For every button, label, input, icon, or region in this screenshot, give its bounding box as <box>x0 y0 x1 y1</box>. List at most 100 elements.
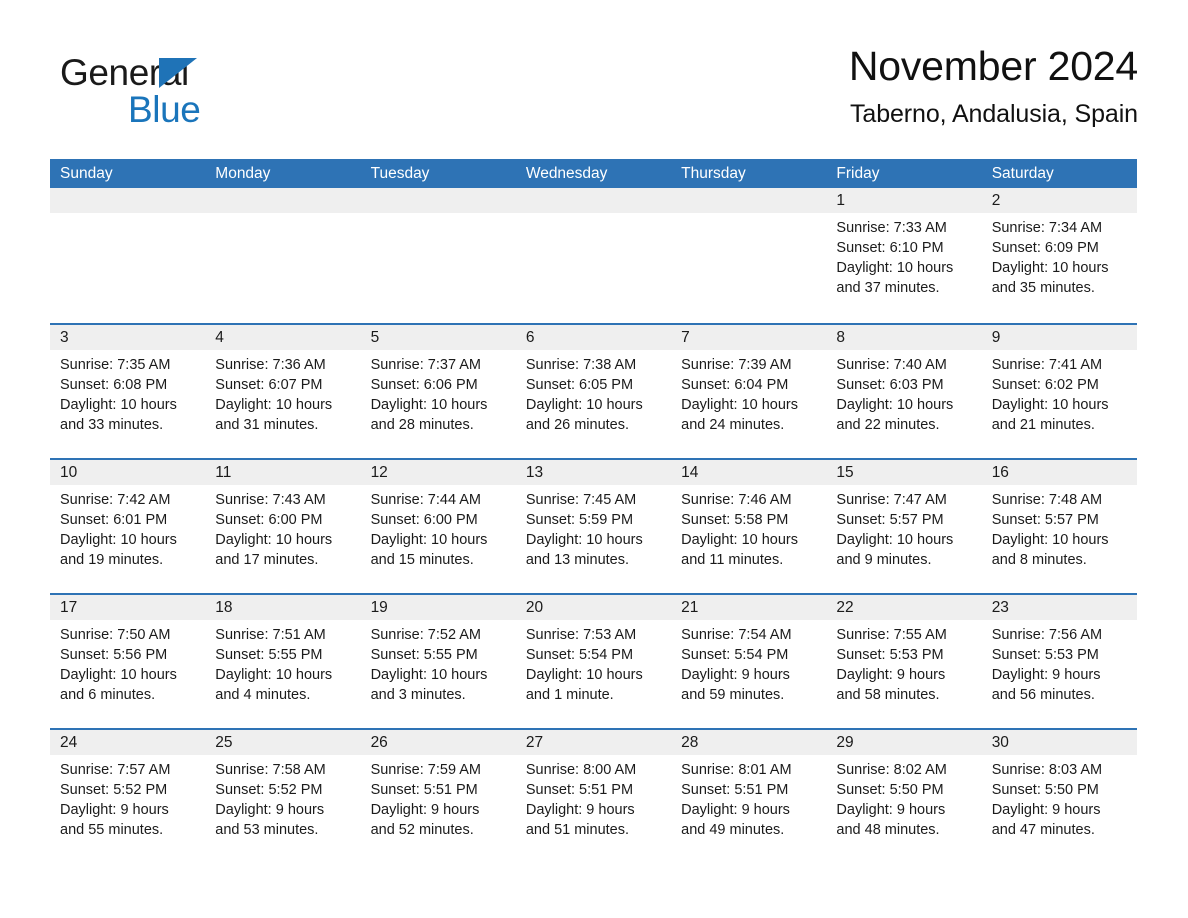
day-number: 22 <box>836 599 854 616</box>
day-number: 17 <box>60 599 78 616</box>
calendar-day-cell[interactable]: 15 Sunrise: 7:47 AM Sunset: 5:57 PM Dayligh… <box>826 460 982 593</box>
calendar-day-cell[interactable]: 24 Sunrise: 7:57 AM Sunset: 5:52 PM Dayligh… <box>50 730 206 863</box>
calendar-day-cell[interactable]: 3 Sunrise: 7:35 AM Sunset: 6:08 PM Daylight… <box>50 325 206 458</box>
sunrise-text: Sunrise: 7:54 AM <box>681 627 792 643</box>
weekday-header-wednesday: Wednesday <box>525 165 608 182</box>
daylight-text-line2: and 28 minutes. <box>370 417 474 433</box>
calendar-day-cell[interactable]: 11 Sunrise: 7:43 AM Sunset: 6:00 PM Dayligh… <box>205 460 361 593</box>
sunrise-text: Sunrise: 7:56 AM <box>991 627 1103 643</box>
day-number-band <box>671 188 827 213</box>
sunset-text: Sunset: 5:51 PM <box>525 782 634 798</box>
sunrise-text: Sunrise: 7:38 AM <box>525 357 637 373</box>
daylight-text-line2: and 48 minutes. <box>836 822 940 838</box>
calendar-day-cell[interactable]: 23 Sunrise: 7:56 AM Sunset: 5:53 PM Dayligh… <box>981 595 1137 728</box>
daylight-text-line2: and 13 minutes. <box>525 552 630 568</box>
day-number: 9 <box>991 329 1001 346</box>
daylight-text-line1: Daylight: 10 hours <box>836 532 954 548</box>
day-number: 1 <box>836 192 846 209</box>
calendar-day-cell[interactable]: 16 Sunrise: 7:48 AM Sunset: 5:57 PM Dayligh… <box>981 460 1137 593</box>
calendar-day-cell[interactable]: 26 Sunrise: 7:59 AM Sunset: 5:51 PM Dayligh… <box>360 730 516 863</box>
calendar-day-cell[interactable]: 6 Sunrise: 7:38 AM Sunset: 6:05 PM Daylight… <box>515 325 672 458</box>
day-info: Sunrise: 7:40 AM Sunset: 6:03 PM Daylight:… <box>826 350 981 435</box>
daylight-text-line1: Daylight: 10 hours <box>60 397 177 413</box>
daylight-text-line2: and 9 minutes. <box>836 552 932 568</box>
day-number-band: 7 <box>671 325 827 350</box>
calendar-day-cell[interactable]: 17 Sunrise: 7:50 AM Sunset: 5:56 PM Dayligh… <box>50 595 206 728</box>
day-info: Sunrise: 7:55 AM Sunset: 5:53 PM Daylight:… <box>826 620 981 705</box>
day-number: 28 <box>681 734 699 751</box>
day-info: Sunrise: 7:46 AM Sunset: 5:58 PM Daylight:… <box>671 485 826 570</box>
day-info: Sunrise: 7:41 AM Sunset: 6:02 PM Daylight:… <box>982 350 1137 435</box>
calendar-day-cell[interactable]: 27 Sunrise: 8:00 AM Sunset: 5:51 PM Dayligh… <box>515 730 672 863</box>
day-number: 14 <box>681 464 699 481</box>
calendar-day-cell[interactable]: 9 Sunrise: 7:41 AM Sunset: 6:02 PM Daylight… <box>981 325 1137 458</box>
day-info: Sunrise: 7:37 AM Sunset: 6:06 PM Daylight:… <box>361 350 516 435</box>
day-number: 3 <box>60 329 69 346</box>
calendar-day-cell[interactable]: 20 Sunrise: 7:53 AM Sunset: 5:54 PM Dayligh… <box>515 595 672 728</box>
sunrise-text: Sunrise: 7:44 AM <box>370 492 481 508</box>
calendar-day-cell[interactable]: 8 Sunrise: 7:40 AM Sunset: 6:03 PM Daylight… <box>826 325 982 458</box>
weekday-header-saturday: Saturday <box>991 165 1054 182</box>
weekday-header-friday: Friday <box>836 165 880 182</box>
calendar-day-cell[interactable]: 2 Sunrise: 7:34 AM Sunset: 6:09 PM Daylight… <box>981 188 1137 323</box>
sunset-text: Sunset: 5:55 PM <box>370 647 478 663</box>
sunset-text: Sunset: 6:07 PM <box>215 377 323 393</box>
daylight-text-line1: Daylight: 10 hours <box>215 532 333 548</box>
daylight-text-line2: and 15 minutes. <box>370 552 474 568</box>
sunset-text: Sunset: 5:53 PM <box>836 647 944 663</box>
calendar-day-cell[interactable]: 5 Sunrise: 7:37 AM Sunset: 6:06 PM Daylight… <box>360 325 516 458</box>
day-number: 5 <box>370 329 380 346</box>
day-info: Sunrise: 7:52 AM Sunset: 5:55 PM Daylight:… <box>361 620 516 705</box>
calendar-day-cell[interactable]: 13 Sunrise: 7:45 AM Sunset: 5:59 PM Dayligh… <box>515 460 672 593</box>
sunset-text: Sunset: 5:50 PM <box>991 782 1099 798</box>
day-number-band: 21 <box>671 595 827 620</box>
calendar-day-cell-empty <box>360 188 516 323</box>
general-blue-logo[interactable]: General Blue <box>60 52 320 142</box>
sunrise-text: Sunrise: 7:53 AM <box>525 627 637 643</box>
daylight-text-line2: and 37 minutes. <box>836 280 940 296</box>
calendar-day-cell[interactable]: 21 Sunrise: 7:54 AM Sunset: 5:54 PM Dayligh… <box>671 595 827 728</box>
daylight-text-line1: Daylight: 9 hours <box>215 802 325 818</box>
calendar-day-cell[interactable]: 22 Sunrise: 7:55 AM Sunset: 5:53 PM Dayligh… <box>826 595 982 728</box>
day-info: Sunrise: 7:50 AM Sunset: 5:56 PM Daylight:… <box>50 620 205 705</box>
daylight-text-line2: and 47 minutes. <box>991 822 1095 838</box>
sunset-text: Sunset: 5:56 PM <box>60 647 168 663</box>
calendar-day-cell[interactable]: 18 Sunrise: 7:51 AM Sunset: 5:55 PM Dayligh… <box>205 595 361 728</box>
daylight-text-line2: and 26 minutes. <box>525 417 630 433</box>
day-number-band: 29 <box>826 730 982 755</box>
calendar-day-cell[interactable]: 7 Sunrise: 7:39 AM Sunset: 6:04 PM Daylight… <box>671 325 827 458</box>
calendar-day-cell[interactable]: 1 Sunrise: 7:33 AM Sunset: 6:10 PM Daylight… <box>826 188 982 323</box>
day-info: Sunrise: 7:58 AM Sunset: 5:52 PM Daylight:… <box>205 755 360 840</box>
sunset-text: Sunset: 6:06 PM <box>370 377 478 393</box>
sunset-text: Sunset: 6:00 PM <box>370 512 478 528</box>
daylight-text-line1: Daylight: 9 hours <box>836 667 946 683</box>
sunrise-text: Sunrise: 8:01 AM <box>681 762 792 778</box>
sunrise-text: Sunrise: 7:57 AM <box>60 762 171 778</box>
daylight-text-line2: and 53 minutes. <box>215 822 319 838</box>
daylight-text-line2: and 1 minute. <box>525 687 614 703</box>
day-number-band: 22 <box>826 595 982 620</box>
calendar-day-cell[interactable]: 28 Sunrise: 8:01 AM Sunset: 5:51 PM Dayligh… <box>671 730 827 863</box>
calendar-day-cell[interactable]: 25 Sunrise: 7:58 AM Sunset: 5:52 PM Dayligh… <box>205 730 361 863</box>
daylight-text-line2: and 11 minutes. <box>681 552 784 568</box>
daylight-text-line1: Daylight: 10 hours <box>525 532 643 548</box>
calendar-day-cell[interactable]: 30 Sunrise: 8:03 AM Sunset: 5:50 PM Dayligh… <box>981 730 1137 863</box>
day-number-band: 2 <box>981 188 1137 213</box>
day-number-band: 6 <box>515 325 672 350</box>
sunset-text: Sunset: 5:52 PM <box>60 782 168 798</box>
sunset-text: Sunset: 5:51 PM <box>370 782 478 798</box>
day-number: 7 <box>681 329 690 346</box>
day-number-band: 20 <box>515 595 672 620</box>
daylight-text-line1: Daylight: 9 hours <box>525 802 635 818</box>
calendar-day-cell[interactable]: 19 Sunrise: 7:52 AM Sunset: 5:55 PM Dayligh… <box>360 595 516 728</box>
calendar-day-cell[interactable]: 12 Sunrise: 7:44 AM Sunset: 6:00 PM Dayligh… <box>360 460 516 593</box>
calendar-day-cell[interactable]: 29 Sunrise: 8:02 AM Sunset: 5:50 PM Dayligh… <box>826 730 982 863</box>
calendar-day-cell[interactable]: 14 Sunrise: 7:46 AM Sunset: 5:58 PM Dayligh… <box>671 460 827 593</box>
daylight-text-line2: and 17 minutes. <box>215 552 319 568</box>
calendar-day-cell-empty <box>205 188 361 323</box>
sunset-text: Sunset: 5:50 PM <box>836 782 944 798</box>
calendar-day-cell[interactable]: 4 Sunrise: 7:36 AM Sunset: 6:07 PM Daylight… <box>205 325 361 458</box>
daylight-text-line1: Daylight: 10 hours <box>370 667 488 683</box>
day-number: 12 <box>370 464 388 481</box>
calendar-day-cell[interactable]: 10 Sunrise: 7:42 AM Sunset: 6:01 PM Dayligh… <box>50 460 206 593</box>
